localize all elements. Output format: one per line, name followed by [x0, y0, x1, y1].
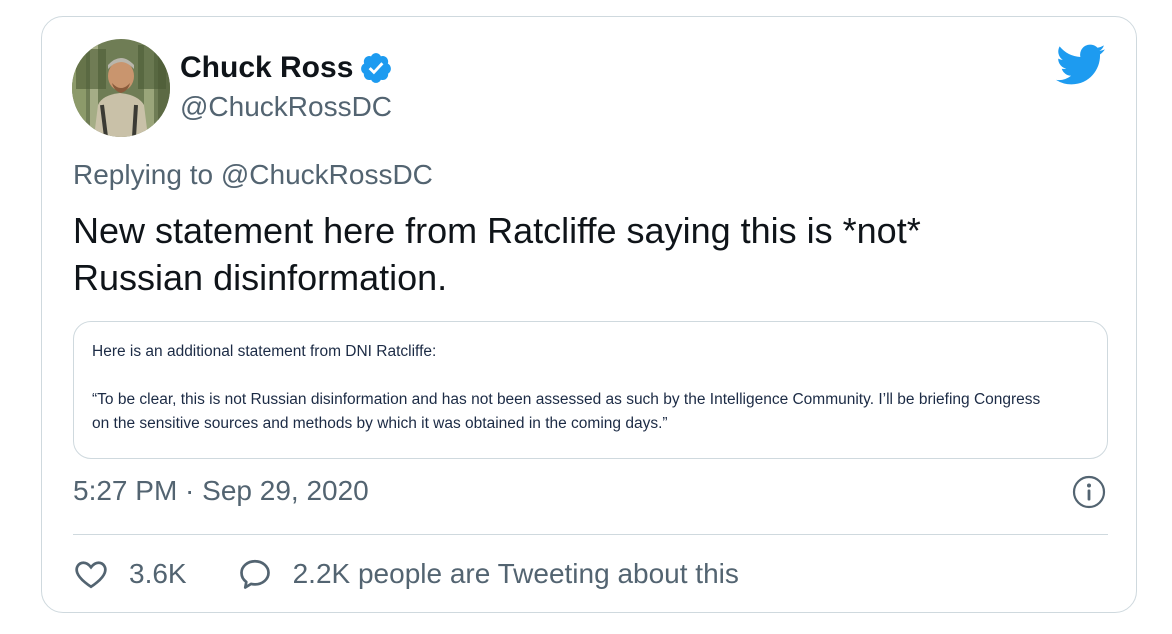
speech-bubble-icon — [239, 559, 270, 589]
like-count: 3.6K — [129, 558, 187, 589]
author-name-row[interactable]: Chuck Ross — [180, 49, 393, 87]
statement-body: “To be clear, this is not Russian disinf… — [92, 388, 1089, 436]
avatar[interactable] — [72, 39, 170, 137]
conversation-link[interactable]: 2.2K people are Tweeting about this — [237, 554, 739, 594]
engagement-bar: 3.6K 2.2K people are Tweeting about this — [73, 554, 739, 594]
tweet-timestamp[interactable]: 5:27 PM · Sep 29, 2020 — [73, 473, 369, 509]
statement-body-line-1: “To be clear, this is not Russian disinf… — [92, 391, 1041, 408]
replying-to-context[interactable]: Replying to @ChuckRossDC — [73, 157, 433, 193]
twitter-bird-icon[interactable] — [1056, 43, 1106, 87]
tweet-text-line-2: Russian disinformation. — [73, 257, 448, 298]
attached-statement-image[interactable]: Here is an additional statement from DNI… — [73, 321, 1108, 459]
tweet-text-line-1: New statement here from Ratcliffe saying… — [73, 210, 921, 251]
info-icon[interactable] — [1072, 475, 1106, 509]
author-handle[interactable]: @ChuckRossDC — [180, 89, 392, 125]
conversation-count: 2.2K people are Tweeting about this — [292, 558, 739, 589]
statement-intro: Here is an additional statement from DNI… — [92, 343, 437, 360]
tweet-card[interactable]: Chuck Ross @ChuckRossDC Replying to @Chu… — [41, 16, 1137, 613]
divider — [73, 534, 1108, 535]
tweet-text: New statement here from Ratcliffe saying… — [73, 207, 1103, 301]
statement-body-line-2: on the sensitive sources and methods by … — [92, 415, 668, 432]
author-display-name[interactable]: Chuck Ross — [180, 49, 353, 87]
like-button[interactable]: 3.6K — [73, 554, 187, 594]
verified-badge-icon — [359, 51, 393, 85]
heart-icon — [75, 561, 107, 589]
